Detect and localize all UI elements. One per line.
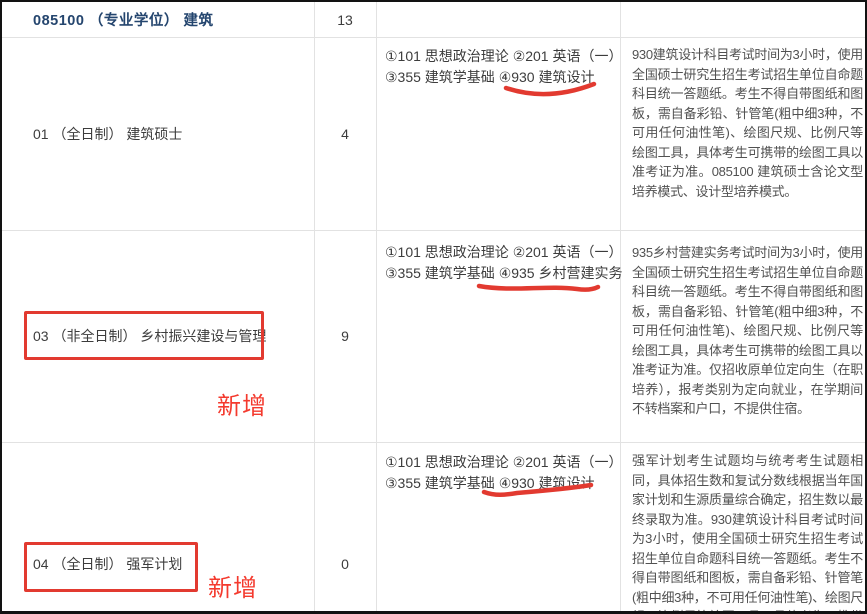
program-group-title: 085100 （专业学位） 建筑 bbox=[33, 9, 213, 30]
new-added-tag-row3: 新增 bbox=[208, 568, 258, 603]
remarks-row2: 935乡村营建实务考试时间为3小时，使用全国硕士研究生招生考试招生单位自命题科目… bbox=[632, 243, 863, 419]
enrollment-count-row1: 4 bbox=[314, 38, 376, 230]
program-group-header: 085100 （专业学位） 建筑 bbox=[2, 2, 314, 37]
new-added-tag-row2: 新增 bbox=[217, 386, 267, 421]
exam-line1: ①101 思想政治理论 ②201 英语（一） bbox=[385, 452, 617, 473]
grid-line-col3 bbox=[620, 2, 621, 611]
grid-line-row3 bbox=[2, 442, 865, 443]
red-underline-annotation-row3 bbox=[477, 478, 599, 502]
highlight-box-row3 bbox=[24, 542, 198, 592]
enrollment-count-row3: 0 bbox=[314, 544, 376, 584]
remarks-row1: 930建筑设计科目考试时间为3小时，使用全国硕士研究生招生考试招生单位自命题科目… bbox=[632, 45, 863, 201]
outer-border-left bbox=[0, 0, 2, 614]
red-underline-annotation-row2 bbox=[472, 278, 604, 300]
grid-line-col2 bbox=[376, 2, 377, 611]
exam-line1: ①101 思想政治理论 ②201 英语（一） bbox=[385, 242, 617, 263]
direction-name-row1: 01 （全日制） 建筑硕士 bbox=[2, 38, 314, 230]
remarks-row3: 强军计划考生试题均与统考考生试题相同，具体招生数和复试分数线根据当年国家计划和生… bbox=[632, 451, 863, 614]
highlight-box-row2 bbox=[24, 311, 264, 360]
red-underline-annotation-row1 bbox=[498, 78, 602, 102]
exam-line1: ①101 思想政治理论 ②201 英语（一） bbox=[385, 46, 617, 67]
outer-border-top bbox=[0, 0, 867, 2]
enrollment-count-row2: 9 bbox=[314, 230, 376, 442]
admissions-catalog-table: 085100 （专业学位） 建筑 13 01 （全日制） 建筑硕士 4 ①101… bbox=[0, 0, 867, 614]
program-group-total: 13 bbox=[314, 2, 376, 37]
